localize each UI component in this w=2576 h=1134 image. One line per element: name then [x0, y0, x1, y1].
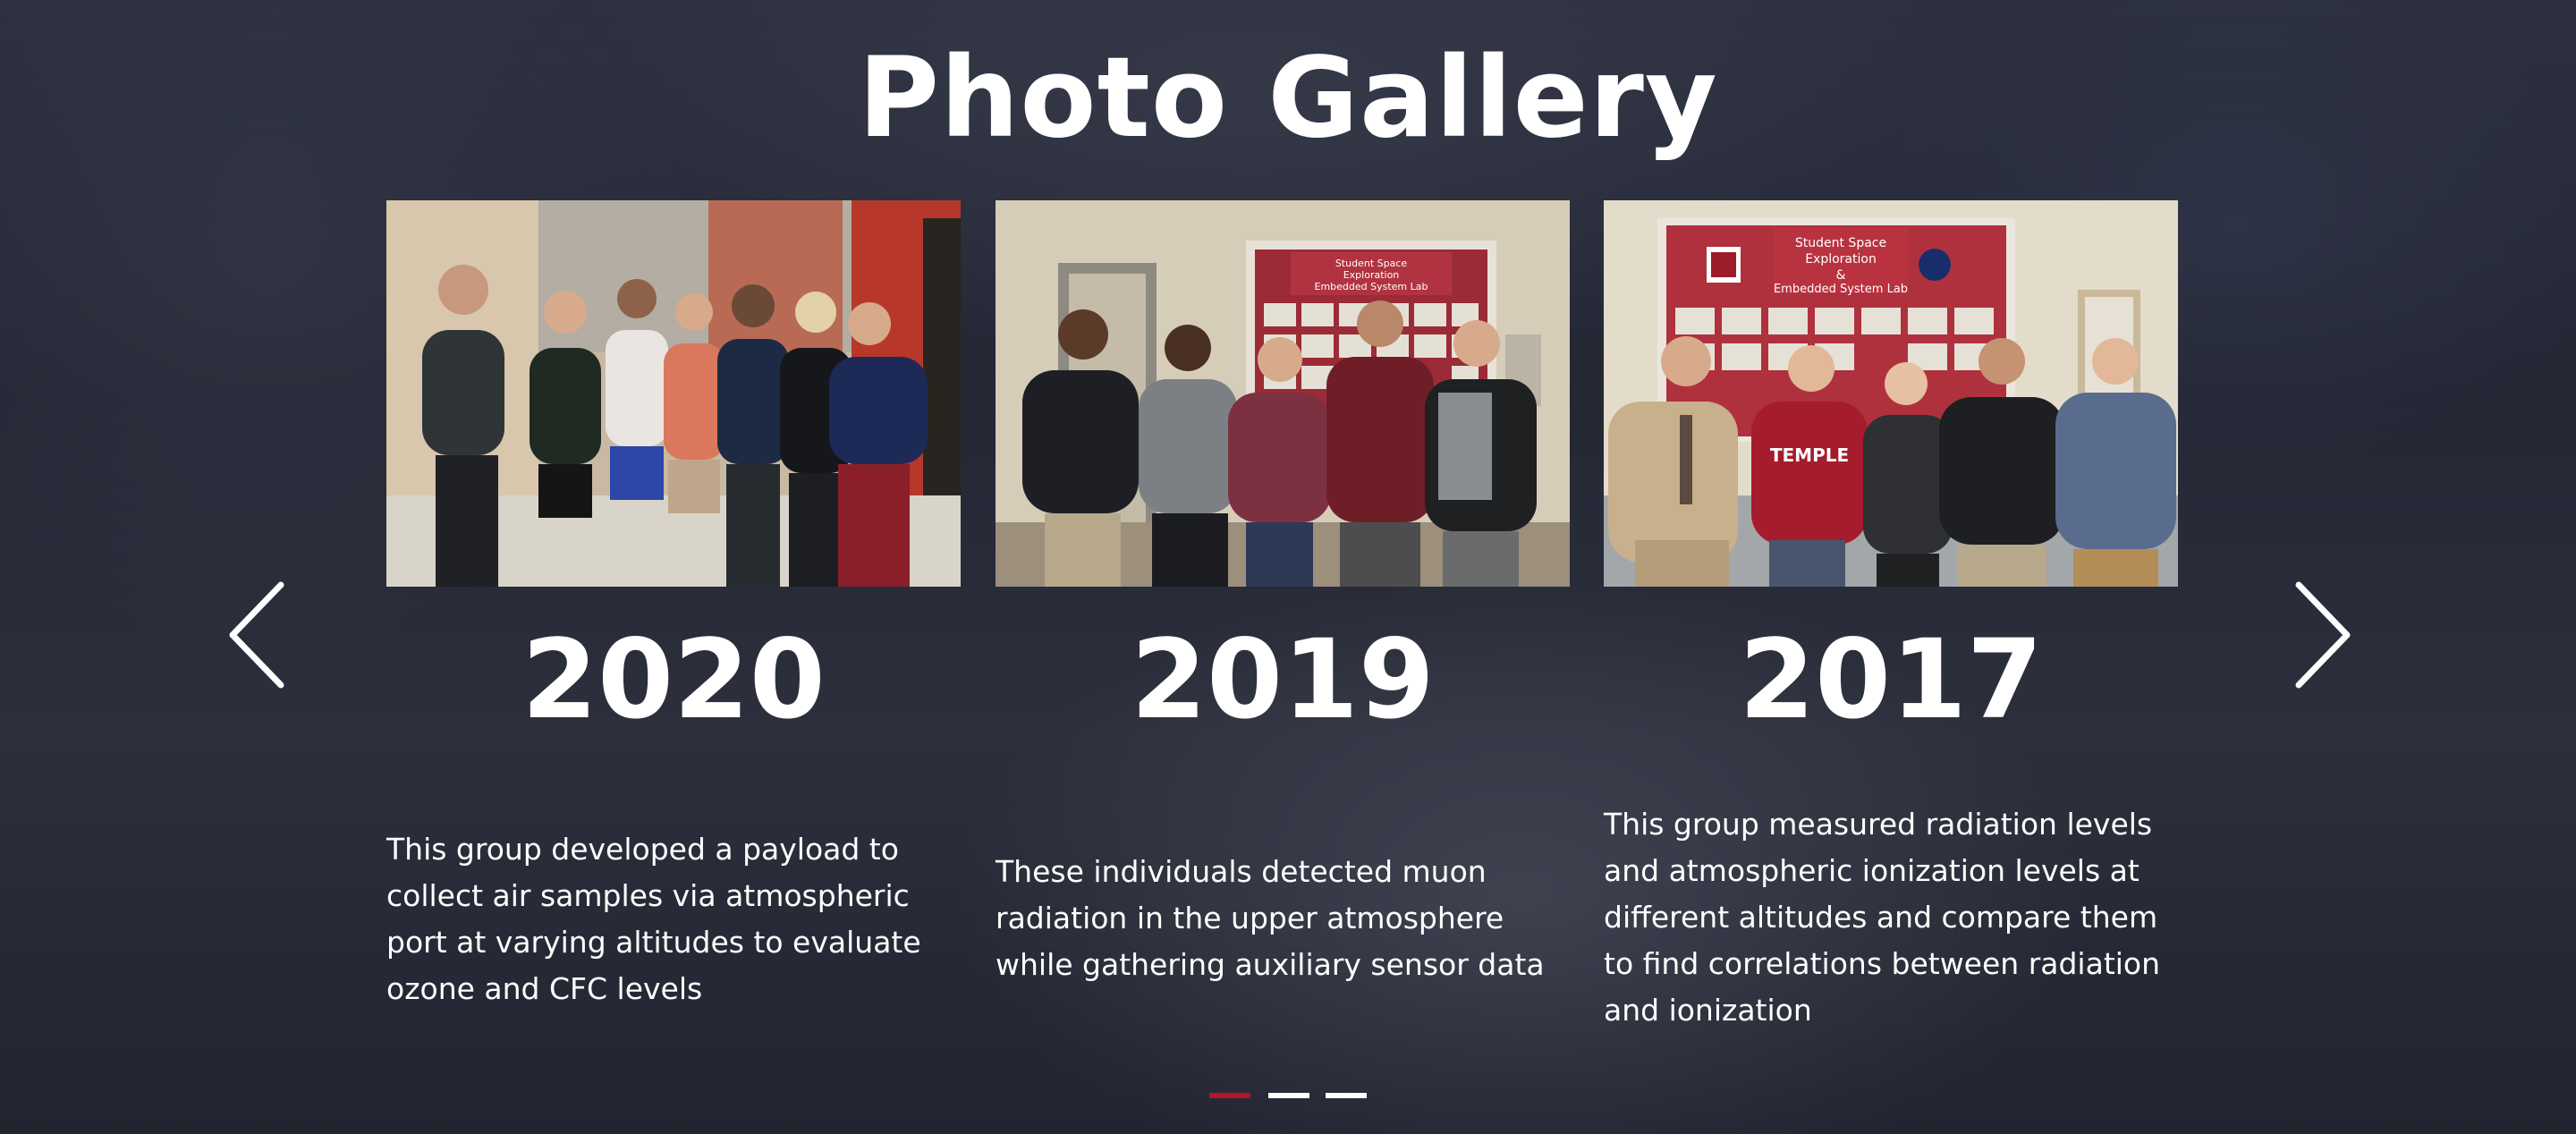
poster-text: & [1836, 268, 1846, 283]
pagination-dot-1[interactable] [1209, 1093, 1250, 1098]
gallery-slide: Student Space Exploration & Embedded Sys… [1604, 200, 2178, 1028]
pagination-dot-3[interactable] [1326, 1093, 1367, 1098]
poster-text: Embedded System Lab [1315, 281, 1428, 292]
shirt-text: TEMPLE [1770, 444, 1849, 466]
page-title: Photo Gallery [858, 34, 1718, 163]
gallery-slide: 2020 This group developed a payload to c… [386, 200, 961, 1006]
slide-year: 2019 [1131, 616, 1435, 743]
chevron-left-icon [229, 581, 284, 689]
carousel-prev-button[interactable] [225, 580, 297, 690]
poster-text: Student Space [1335, 258, 1408, 269]
team-photo-image: Student Space Exploration & Embedded Sys… [1604, 200, 2178, 587]
gallery-slide: Student Space Exploration Embedded Syste… [996, 200, 1570, 982]
slide-caption: This group developed a payload to collec… [386, 832, 921, 1006]
poster-text: Exploration [1805, 252, 1877, 267]
team-photo[interactable]: Student Space Exploration & Embedded Sys… [1604, 200, 2178, 587]
poster-text: Student Space [1795, 236, 1886, 250]
team-photo-image: Student Space Exploration Embedded Syste… [996, 200, 1570, 587]
team-photo[interactable] [386, 200, 961, 587]
carousel-next-button[interactable] [2283, 580, 2354, 690]
pagination-dot-2[interactable] [1268, 1093, 1309, 1098]
carousel-pagination [1209, 1093, 1367, 1100]
team-photo[interactable]: Student Space Exploration Embedded Syste… [996, 200, 1570, 587]
poster-text: Exploration [1343, 269, 1400, 281]
slide-year: 2017 [1739, 616, 2043, 743]
chevron-right-icon [2295, 581, 2351, 689]
slide-caption: This group measured radiation levels and… [1604, 807, 2161, 1028]
slide-caption: These individuals detected muon radiatio… [996, 854, 1545, 982]
slide-year: 2020 [521, 616, 826, 743]
team-photo-image [386, 200, 961, 587]
poster-text: Embedded System Lab [1774, 283, 1908, 296]
